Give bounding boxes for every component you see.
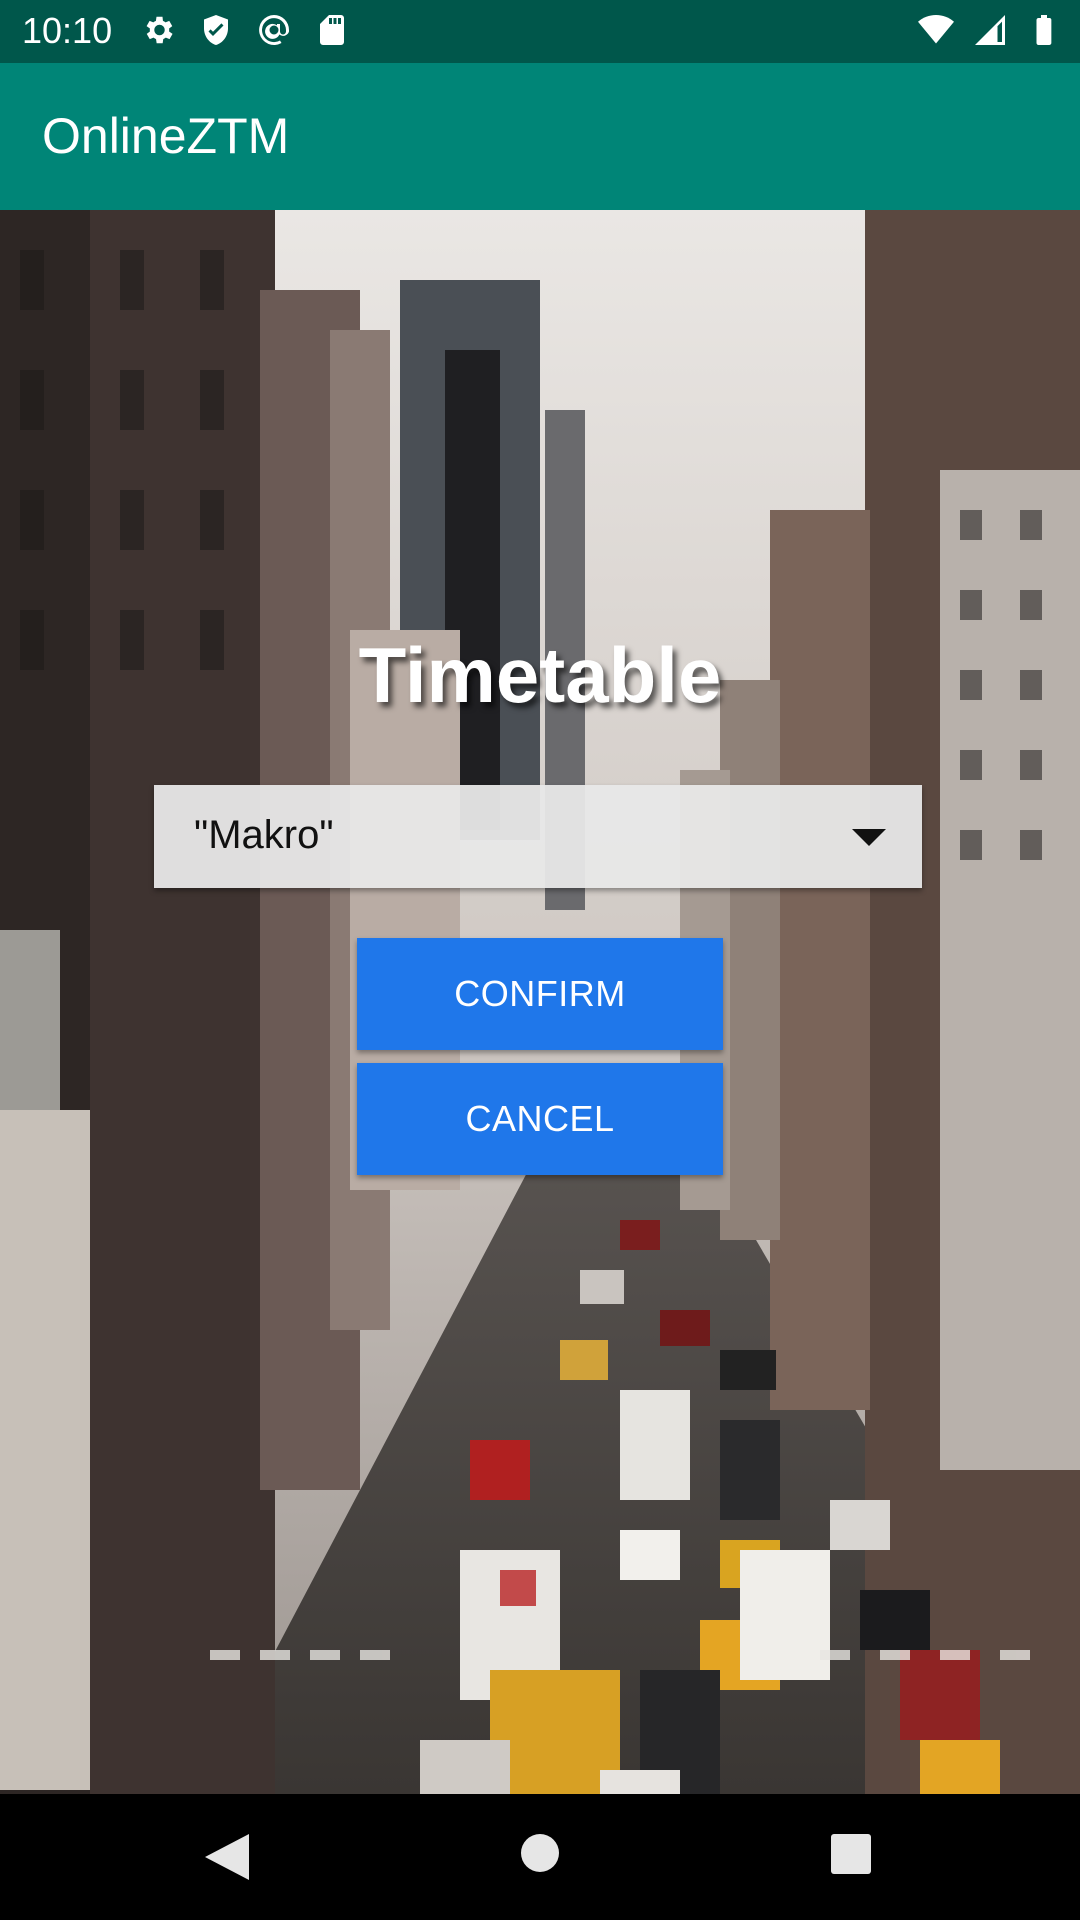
- status-bar: 10:10: [0, 0, 1080, 63]
- wifi-icon: [918, 10, 954, 50]
- status-time: 10:10: [22, 10, 113, 51]
- navigation-bar: [0, 1794, 1080, 1920]
- dropdown-arrow-icon: [852, 829, 886, 846]
- status-icons-right: [918, 10, 1062, 50]
- gear-icon: [140, 10, 176, 50]
- confirm-button[interactable]: CONFIRM: [357, 938, 723, 1050]
- app-title: OnlineZTM: [42, 108, 290, 164]
- sd-card-icon: [314, 10, 350, 50]
- at-sign-icon: [256, 10, 292, 50]
- stop-select[interactable]: "Makro": [154, 785, 922, 888]
- back-icon[interactable]: [205, 1834, 249, 1880]
- battery-icon: [1026, 10, 1062, 50]
- status-icons-left: [140, 10, 350, 50]
- recents-icon[interactable]: [831, 1834, 871, 1874]
- stop-select-value: "Makro": [194, 813, 334, 857]
- signal-icon: [972, 10, 1008, 50]
- cancel-button[interactable]: CANCEL: [357, 1063, 723, 1175]
- page-title: Timetable: [358, 631, 722, 719]
- home-icon[interactable]: [521, 1834, 559, 1872]
- shield-icon: [198, 10, 234, 50]
- app-bar: OnlineZTM: [0, 63, 1080, 210]
